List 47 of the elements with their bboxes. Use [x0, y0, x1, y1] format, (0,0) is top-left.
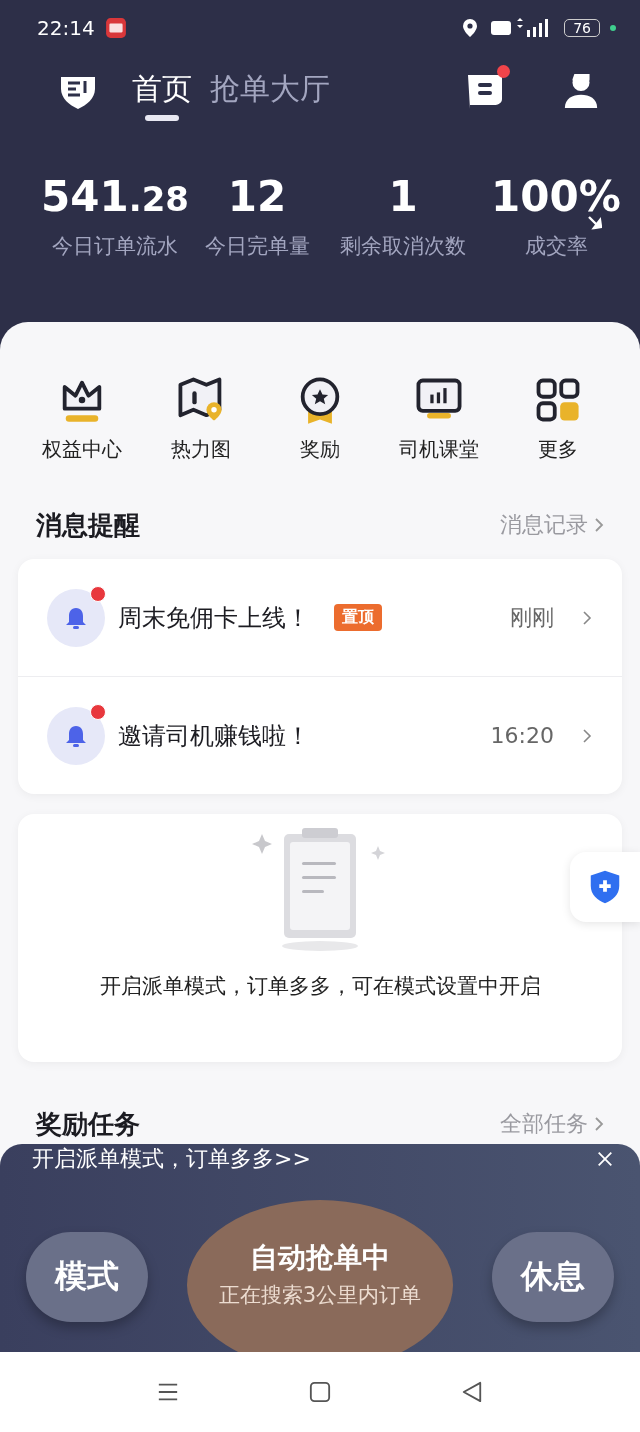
battery-indicator: 76	[564, 19, 600, 37]
stat-value: 100%	[491, 174, 621, 221]
menu-icon[interactable]	[157, 1381, 179, 1403]
safety-button[interactable]	[570, 852, 640, 922]
stat-value: 1	[388, 174, 418, 221]
bell-icon	[46, 705, 106, 766]
bell-icon	[46, 587, 106, 648]
back-icon[interactable]	[461, 1381, 483, 1403]
status-dot	[610, 25, 616, 31]
chevron-icon	[594, 517, 604, 533]
home-icon[interactable]	[309, 1381, 331, 1403]
shortcut-item[interactable]: 权益中心	[26, 374, 137, 463]
auto-grab-button[interactable]: 自动抢单中 正在搜索3公里内订单	[187, 1200, 453, 1352]
stat-label: 剩余取消次数	[340, 233, 466, 261]
stat-label: 成交率	[524, 233, 588, 261]
section-title: 消息提醒	[36, 508, 140, 542]
mode-button[interactable]: 模式	[26, 1232, 148, 1322]
shortcut-item[interactable]: 热力图	[145, 374, 256, 463]
status-time: 22:14	[37, 16, 95, 40]
user-icon[interactable]	[562, 71, 600, 111]
stat-value: 541.28	[41, 174, 189, 221]
chevron-icon	[594, 1116, 604, 1132]
message-title: 周末免佣卡上线！	[118, 602, 310, 634]
nav-tab[interactable]: 抢单大厅	[210, 61, 330, 121]
message-row[interactable]: 邀请司机赚钱啦！ 16:20	[18, 676, 622, 794]
shortcut-item[interactable]: 奖励	[264, 374, 375, 463]
section-title: 奖励任务	[36, 1107, 140, 1141]
shortcut-item[interactable]: 更多	[503, 374, 614, 463]
close-icon[interactable]	[596, 1150, 614, 1168]
arrow-icon	[588, 216, 602, 230]
message-title: 邀请司机赚钱啦！	[118, 720, 310, 752]
chevron-icon	[582, 727, 592, 744]
pinned-tag: 置顶	[334, 604, 382, 631]
message-time: 16:20	[490, 723, 554, 748]
banner-text[interactable]: 开启派单模式，订单多多>>	[32, 1144, 311, 1174]
location-icon	[462, 18, 479, 38]
shortcut-item[interactable]: 司机课堂	[384, 374, 495, 463]
empty-message: 开启派单模式，订单多多，可在模式设置中开启	[99, 973, 541, 1000]
message-time: 刚刚	[510, 603, 554, 632]
nav-tab[interactable]: 首页	[132, 61, 192, 121]
chevron-icon	[582, 609, 592, 626]
stat-label: 今日完单量	[204, 233, 310, 261]
message-row[interactable]: 周末免佣卡上线！ 置顶 刚刚	[18, 559, 622, 676]
stat-label: 今日订单流水	[52, 233, 178, 261]
stat-value: 12	[227, 174, 287, 221]
app-notification-icon	[104, 17, 127, 39]
rest-button[interactable]: 休息	[492, 1232, 614, 1322]
